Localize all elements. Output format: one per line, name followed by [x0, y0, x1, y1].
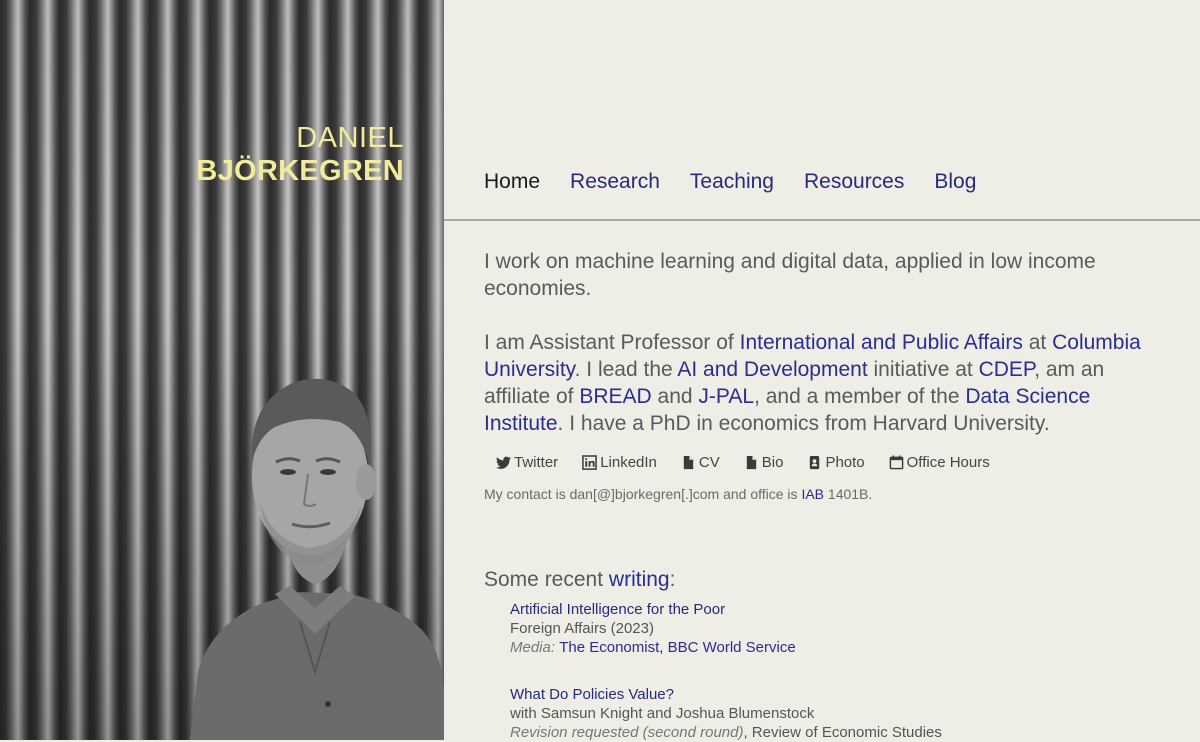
intro-text: , and a member of the: [754, 385, 966, 408]
nav-research[interactable]: Research: [570, 170, 660, 194]
hero-photo-panel: DANIEL BJÖRKEGREN: [0, 0, 444, 740]
link-bread[interactable]: BREAD: [579, 385, 651, 408]
publication-media: Media: The Economist, BBC World Service: [510, 638, 1174, 657]
nav-divider: [444, 219, 1200, 221]
bio-link[interactable]: Bio: [744, 454, 784, 471]
heading-text: :: [669, 568, 676, 591]
nav-blog[interactable]: Blog: [934, 170, 976, 194]
cv-label: CV: [698, 454, 720, 471]
primary-nav: Home Research Teaching Resources Blog: [484, 170, 976, 194]
office-hours-link[interactable]: Office Hours: [889, 454, 990, 471]
contact-line: My contact is dan[@]bjorkegren[.]com and…: [484, 486, 1174, 502]
intro-affiliations: I am Assistant Professor of Internationa…: [484, 329, 1174, 437]
social-links: Twitter LinkedIn CV Bio Photo Office Hou…: [484, 454, 1174, 471]
link-writing[interactable]: writing: [609, 568, 670, 591]
nav-home[interactable]: Home: [484, 170, 540, 194]
link-international-public-affairs[interactable]: International and Public Affairs: [740, 331, 1023, 354]
publication-item: Artificial Intelligence for the Poor For…: [510, 600, 1174, 657]
link-ai-and-development[interactable]: AI and Development: [677, 358, 867, 381]
publication-venue: Foreign Affairs (2023): [510, 620, 654, 637]
linkedin-link[interactable]: LinkedIn: [582, 454, 657, 471]
status-label: Revision requested (second round): [510, 724, 744, 741]
recent-writing-heading: Some recent writing:: [484, 568, 1174, 592]
nav-teaching[interactable]: Teaching: [690, 170, 774, 194]
last-name[interactable]: BJÖRKEGREN: [196, 154, 404, 188]
home-content: I work on machine learning and digital d…: [484, 248, 1174, 742]
link-j-pal[interactable]: J-PAL: [698, 385, 754, 408]
publication-authors: with Samsun Knight and Joshua Blumenstoc…: [510, 705, 815, 722]
twitter-label: Twitter: [514, 454, 559, 471]
media-links[interactable]: The Economist, BBC World Service: [559, 639, 795, 656]
link-iab[interactable]: IAB: [801, 486, 824, 502]
first-name[interactable]: DANIEL: [196, 122, 404, 154]
portrait-photo: [190, 378, 444, 740]
publication-status: Revision requested (second round), Revie…: [510, 723, 1174, 742]
contact-text: My contact is dan[@]bjorkegren[.]com and…: [484, 486, 802, 502]
link-cdep[interactable]: CDEP: [979, 358, 1035, 381]
twitter-icon: [496, 456, 511, 469]
media-label: Media:: [510, 639, 560, 656]
heading-text: Some recent: [484, 568, 609, 591]
intro-text: . I lead the: [574, 358, 678, 381]
bio-label: Bio: [761, 454, 784, 471]
contact-text: 1401B.: [824, 486, 873, 502]
publication-title[interactable]: Artificial Intelligence for the Poor: [510, 600, 1174, 619]
publication-item: What Do Policies Value? with Samsun Knig…: [510, 685, 1174, 742]
intro-text: and: [651, 385, 699, 408]
main-column: Home Research Teaching Resources Blog I …: [444, 0, 1200, 742]
cv-link[interactable]: CV: [681, 454, 720, 471]
site-name[interactable]: DANIEL BJÖRKEGREN: [196, 122, 404, 188]
nav-resources[interactable]: Resources: [804, 170, 904, 194]
linkedin-icon: [582, 455, 597, 470]
photo-label: Photo: [825, 454, 865, 471]
intro-text: . I have a PhD in economics from Harvard…: [557, 412, 1050, 435]
badge-icon: [810, 455, 820, 470]
office-hours-label: Office Hours: [906, 454, 990, 471]
linkedin-label: LinkedIn: [600, 454, 657, 471]
intro-text: at: [1022, 331, 1053, 354]
file-icon: [746, 455, 756, 470]
calendar-icon: [889, 455, 903, 470]
intro-text: I am Assistant Professor of: [484, 331, 740, 354]
twitter-link[interactable]: Twitter: [496, 454, 558, 471]
file-icon: [683, 455, 694, 470]
intro-summary: I work on machine learning and digital d…: [484, 250, 1096, 300]
intro-text: initiative at: [867, 358, 979, 381]
photo-link[interactable]: Photo: [807, 454, 865, 471]
journal-name: , Review of Economic Studies: [743, 724, 942, 741]
publication-title[interactable]: What Do Policies Value?: [510, 685, 1174, 704]
